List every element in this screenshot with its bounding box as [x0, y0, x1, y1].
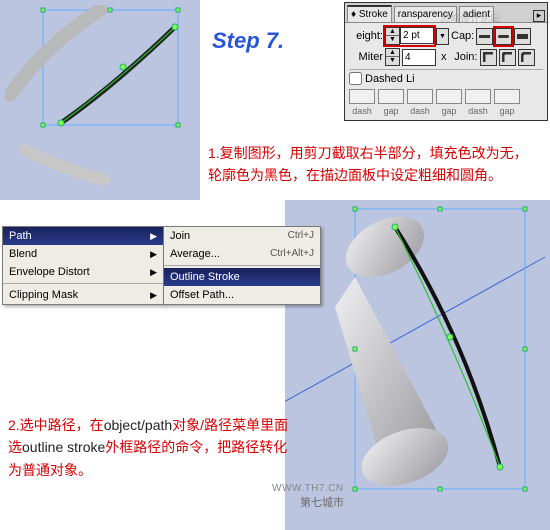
panel-menu-icon[interactable]: ▸ — [533, 10, 545, 22]
menu-item-envelope[interactable]: Envelope Distort▶ — [3, 263, 163, 281]
weight-label: eight: — [349, 30, 383, 42]
menu-item-path[interactable]: Path▶ — [3, 227, 163, 245]
menu-item-clipping[interactable]: Clipping Mask▶ — [3, 286, 163, 304]
miter-input[interactable] — [402, 49, 436, 66]
context-menu: Path▶ Blend▶ Envelope Distort▶ Clipping … — [2, 226, 164, 305]
miter-x: x — [438, 51, 450, 63]
watermark-url: WWW.TH7.CN — [272, 483, 344, 494]
dash-input[interactable] — [407, 89, 433, 104]
step-title: Step 7. — [212, 28, 284, 54]
weight-stepper[interactable]: ▲▼ — [385, 27, 400, 45]
watermark-top: 忽略设计论坛 — [440, 10, 500, 25]
dash-inputs — [349, 87, 543, 106]
dash-input[interactable] — [349, 89, 375, 104]
menu-separator — [3, 283, 163, 284]
gap-input[interactable] — [436, 89, 462, 104]
cap-butt-button[interactable] — [476, 28, 493, 45]
submenu-arrow-icon: ▶ — [150, 249, 157, 260]
dash-sublabels: dashgapdashgapdashgap — [349, 106, 543, 116]
watermark-cn: 第七城市 — [300, 494, 344, 510]
instruction-1: 1.复制图形，用剪刀截取右半部分，填充色改为无，轮廓色为黑色，在描边面板中设定粗… — [208, 142, 538, 187]
join-label: Join: — [452, 51, 478, 63]
cap-label: Cap: — [451, 30, 474, 42]
join-miter-button[interactable] — [480, 49, 497, 66]
gap-input[interactable] — [494, 89, 520, 104]
gap-input[interactable] — [378, 89, 404, 104]
cap-square-button[interactable] — [514, 28, 531, 45]
tab-stroke[interactable]: ♦ Stroke — [347, 5, 392, 22]
cap-round-button[interactable] — [495, 28, 512, 45]
submenu-arrow-icon: ▶ — [150, 267, 157, 278]
instruction-2: 2.选中路径，在object/path对象/路径菜单里面选outline str… — [8, 414, 298, 481]
miter-label: Miter — [349, 51, 383, 63]
dashed-label: Dashed Li — [365, 73, 415, 85]
vector-handle-3d[interactable] — [285, 197, 550, 530]
vector-sword-path[interactable] — [5, 5, 190, 185]
submenu-arrow-icon: ▶ — [150, 290, 157, 301]
dashed-checkbox[interactable] — [349, 72, 362, 85]
miter-stepper[interactable]: ▲▼ — [385, 48, 400, 66]
weight-input[interactable] — [400, 27, 434, 44]
weight-dropdown-icon[interactable]: ▼ — [436, 28, 449, 45]
menu-item-blend[interactable]: Blend▶ — [3, 245, 163, 263]
dash-input[interactable] — [465, 89, 491, 104]
join-bevel-button[interactable] — [518, 49, 535, 66]
join-round-button[interactable] — [499, 49, 516, 66]
submenu-arrow-icon: ▶ — [150, 231, 157, 242]
